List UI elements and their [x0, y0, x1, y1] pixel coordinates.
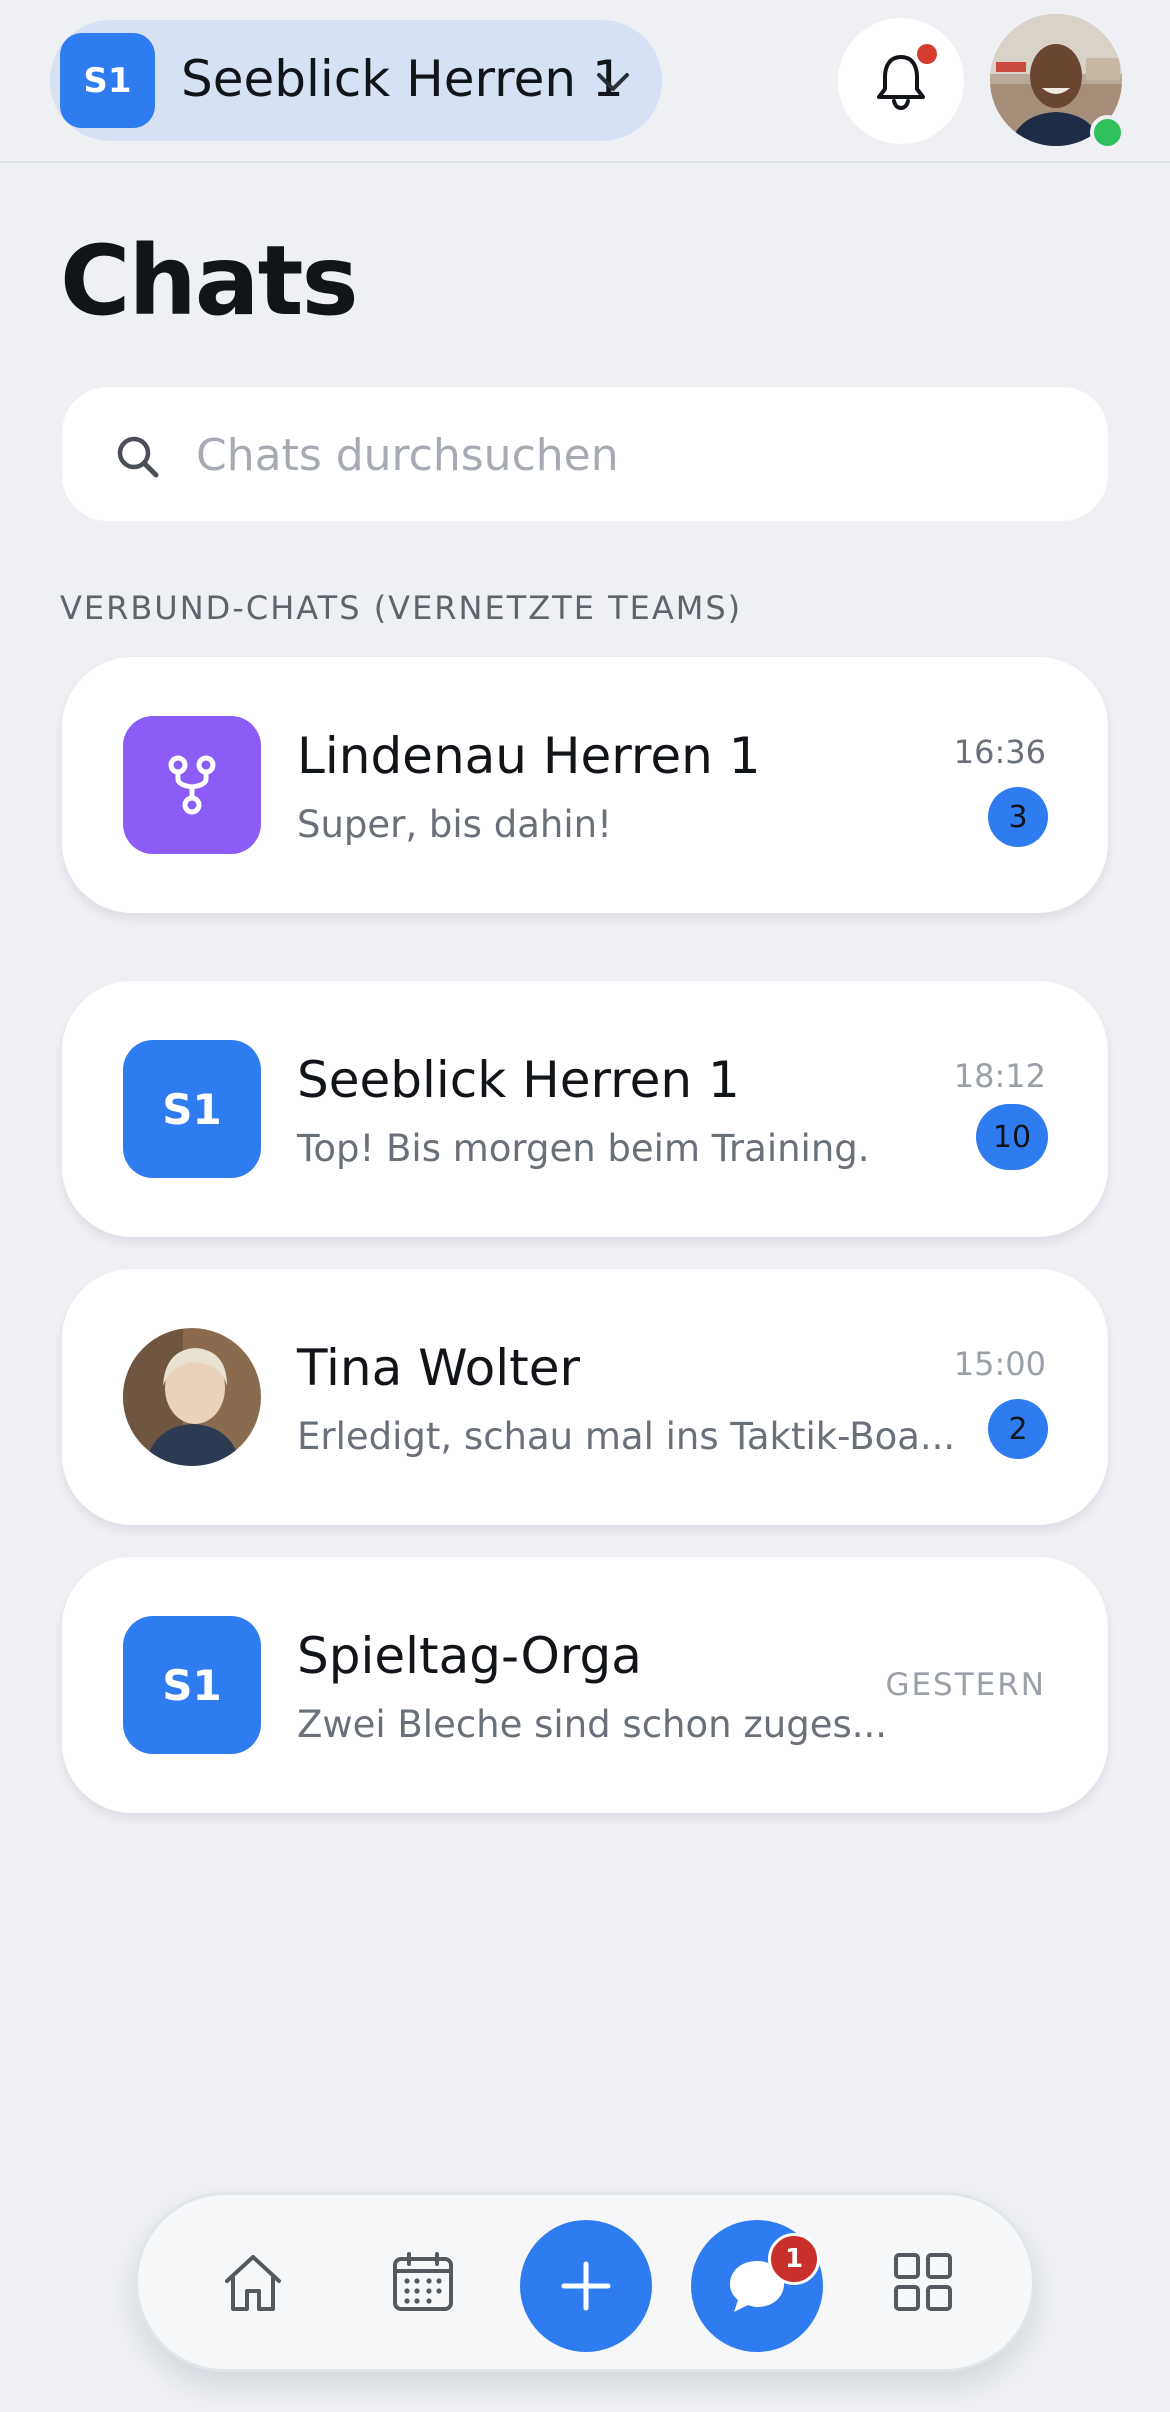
- chat-name: Spieltag-Orga: [297, 1627, 642, 1685]
- chat-name: Seeblick Herren 1: [297, 1051, 740, 1109]
- bottom-tab-bar: 1: [135, 2192, 1035, 2372]
- chat-item-lindenau-herren-1[interactable]: Lindenau Herren 1 Super, bis dahin! 16:3…: [62, 657, 1108, 913]
- team-badge: S1: [60, 33, 155, 128]
- online-status-dot: [1090, 115, 1125, 150]
- unread-badge: 2: [988, 1399, 1048, 1459]
- add-button[interactable]: [520, 2220, 652, 2352]
- chat-preview: Top! Bis morgen beim Training.: [297, 1127, 870, 1170]
- team-name: Seeblick Herren 1: [181, 50, 624, 108]
- chat-item-seeblick-herren-1[interactable]: S1 Seeblick Herren 1 Top! Bis morgen bei…: [62, 981, 1108, 1237]
- unread-badge: 10: [976, 1104, 1048, 1170]
- network-icon: [123, 716, 261, 854]
- notification-dot: [917, 44, 937, 64]
- team-avatar: S1: [123, 1616, 261, 1754]
- tab-calendar[interactable]: [358, 2195, 488, 2369]
- profile-photo: [123, 1328, 261, 1466]
- chat-tab-badge: 1: [768, 2233, 820, 2285]
- search-input[interactable]: [194, 422, 1078, 488]
- team-avatar: S1: [123, 1040, 261, 1178]
- page-title: Chats: [60, 225, 359, 337]
- grid-icon: [894, 2253, 952, 2311]
- chat-time: GESTERN: [885, 1667, 1046, 1703]
- section-label: VERBUND-CHATS (VERNETZTE TEAMS): [60, 589, 743, 627]
- search-icon: [117, 436, 159, 478]
- chat-name: Tina Wolter: [297, 1339, 581, 1397]
- tab-more[interactable]: [858, 2195, 988, 2369]
- chat-time: 15:00: [953, 1345, 1046, 1383]
- chevron-down-icon: [597, 73, 629, 91]
- home-icon: [225, 2255, 281, 2311]
- tab-home[interactable]: [188, 2195, 318, 2369]
- chat-preview: Erledigt, schau mal ins Taktik-Boa...: [297, 1415, 956, 1458]
- chat-time: 18:12: [953, 1057, 1046, 1095]
- unread-badge: 3: [988, 787, 1048, 847]
- plus-icon: [561, 2261, 611, 2311]
- chat-preview: Super, bis dahin!: [297, 803, 612, 846]
- calendar-icon: [393, 2252, 453, 2311]
- top-bar: S1 Seeblick Herren 1: [0, 0, 1170, 163]
- chat-item-tina-wolter[interactable]: Tina Wolter Erledigt, schau mal ins Takt…: [62, 1269, 1108, 1525]
- chat-name: Lindenau Herren 1: [297, 727, 761, 785]
- notifications-button[interactable]: [838, 18, 964, 144]
- team-switcher[interactable]: S1 Seeblick Herren 1: [50, 20, 662, 141]
- chat-time: 16:36: [953, 733, 1046, 771]
- chat-preview: Zwei Bleche sind schon zuges...: [297, 1703, 888, 1746]
- chat-item-spieltag-orga[interactable]: S1 Spieltag-Orga Zwei Bleche sind schon …: [62, 1557, 1108, 1813]
- search-bar[interactable]: [62, 387, 1108, 521]
